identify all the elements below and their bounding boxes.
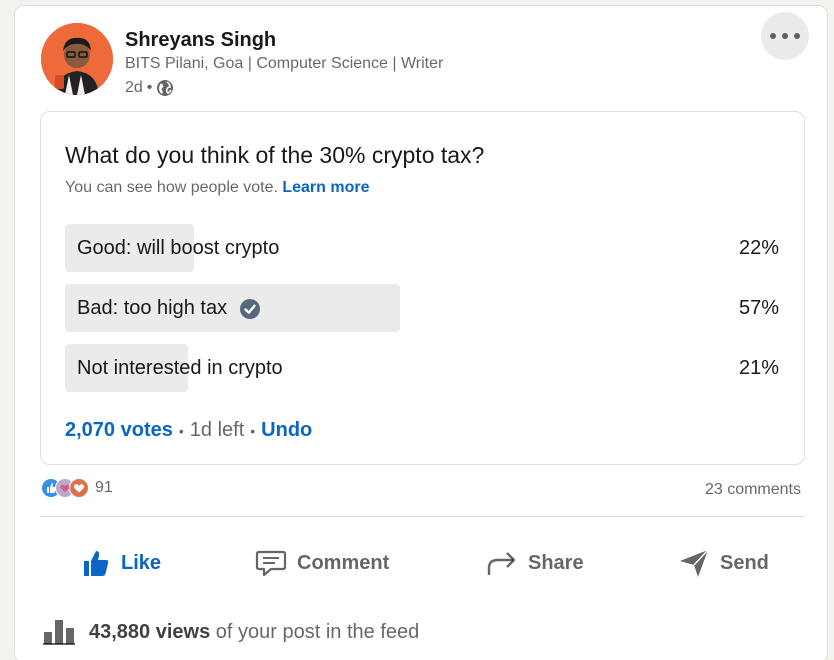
poll-option-good[interactable]: Good: will boost crypto 22% (65, 224, 779, 272)
send-button[interactable]: Send (678, 541, 769, 585)
like-label: Like (121, 551, 162, 574)
views-count: 43,880 views (89, 620, 211, 643)
learn-more-link[interactable]: Learn more (282, 179, 369, 196)
reaction-count: 91 (95, 479, 113, 496)
poll-subtitle: You can see how people vote. Learn more (65, 179, 370, 197)
comment-label: Comment (297, 551, 390, 574)
love-reaction-icon (69, 478, 89, 498)
poll-option-label: Bad: too high tax (77, 297, 228, 319)
footer-dot: • (250, 422, 256, 439)
footer-dot: • (178, 422, 184, 439)
post-time: 2d (125, 79, 143, 96)
selected-check-icon (239, 298, 261, 320)
poll-option-label: Good: will boost crypto (77, 237, 280, 259)
time-left: 1d left (189, 419, 245, 441)
thumbs-up-icon (81, 548, 111, 578)
author-headline: BITS Pilani, Goa | Computer Science | Wr… (125, 55, 444, 72)
social-divider (40, 516, 804, 517)
views-suffix: of your post in the feed (215, 620, 420, 643)
poll-option-percent: 57% (738, 297, 779, 319)
poll-subtitle-text: You can see how people vote. (65, 179, 278, 196)
comment-button[interactable]: Comment (255, 541, 389, 585)
votes-link[interactable]: 2,070 votes (65, 419, 173, 442)
send-paper-plane-icon (678, 548, 710, 578)
poll-footer: 2,070 votes • 1d left • Undo (65, 419, 312, 442)
share-label: Share (528, 551, 584, 574)
meta-separator: • (146, 79, 153, 96)
poll-question: What do you think of the 30% crypto tax? (65, 142, 485, 168)
ellipsis-icon (770, 33, 800, 39)
share-button[interactable]: Share (486, 541, 584, 585)
reactions-summary[interactable]: 91 (41, 478, 113, 498)
poll-card: What do you think of the 30% crypto tax?… (40, 111, 805, 465)
poll-option-label: Not interested in crypto (77, 357, 283, 379)
poll-option-bad[interactable]: Bad: too high tax 57% (65, 284, 779, 332)
poll-option-percent: 22% (738, 237, 779, 259)
post-meta: 2d • (125, 79, 174, 97)
more-options-button[interactable] (761, 12, 809, 60)
send-label: Send (720, 551, 769, 574)
avatar-illustration (41, 23, 113, 95)
author-avatar[interactable] (41, 23, 113, 95)
poll-option-percent: 21% (738, 357, 779, 379)
share-arrow-icon (486, 548, 518, 578)
like-button[interactable]: Like (81, 541, 161, 585)
undo-vote-button[interactable]: Undo (261, 419, 312, 442)
comment-icon (255, 548, 287, 578)
author-name[interactable]: Shreyans Singh (125, 29, 276, 52)
bar-chart-icon (43, 618, 75, 646)
globe-icon (156, 79, 174, 97)
post-card: Shreyans Singh BITS Pilani, Goa | Comput… (14, 5, 828, 660)
post-views-link[interactable]: 43,880 views of your post in the feed (43, 618, 419, 646)
comments-count-link[interactable]: 23 comments (705, 481, 801, 499)
poll-option-not-interested[interactable]: Not interested in crypto 21% (65, 344, 779, 392)
